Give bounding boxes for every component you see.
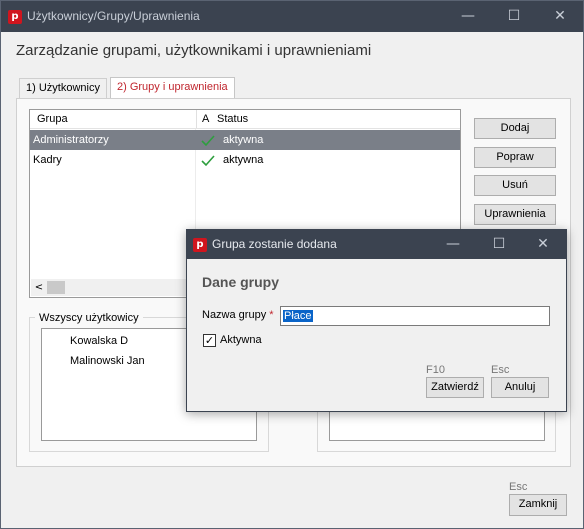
all-users-legend: Wszyscy użytkowicy (35, 312, 143, 325)
active-checkbox-label[interactable]: Aktywna (220, 334, 262, 346)
group-status: aktywna (223, 154, 264, 166)
table-row[interactable]: Kadry aktywna (30, 150, 460, 170)
tab-users[interactable]: 1) Użytkownicy (19, 78, 107, 98)
group-name: Kadry (33, 154, 62, 166)
table-row[interactable]: Administratorzy aktywna (30, 130, 460, 150)
minimize-button[interactable]: — (445, 1, 491, 32)
delete-group-button[interactable]: Usuń (474, 175, 556, 196)
page-title: Zarządzanie grupami, użytkownikami i upr… (16, 42, 372, 59)
active-checkbox[interactable]: ✓ (203, 334, 216, 347)
scroll-thumb[interactable] (47, 281, 65, 294)
required-mark: * (269, 309, 274, 321)
column-header-status[interactable]: Status (217, 110, 248, 128)
dialog-minimize-button[interactable]: — (430, 230, 476, 259)
column-header-group[interactable]: Grupa (37, 110, 68, 128)
column-divider[interactable] (196, 110, 197, 128)
cancel-shortcut-hint: Esc (491, 364, 510, 376)
checkmark-icon (201, 150, 215, 170)
permissions-button[interactable]: Uprawnienia (474, 204, 556, 225)
dialog-heading: Dane grupy (202, 274, 280, 290)
list-item[interactable]: Malinowski Jan (70, 355, 145, 367)
group-status: aktywna (223, 134, 264, 146)
horizontal-scrollbar[interactable]: < (31, 279, 196, 296)
tab-groups-permissions[interactable]: 2) Grupy i uprawnienia (110, 77, 235, 98)
group-name: Administratorzy (33, 134, 109, 146)
close-button[interactable]: ✕ (537, 1, 583, 32)
add-group-button[interactable]: Dodaj (474, 118, 556, 139)
window-title: Użytkownicy/Grupy/Uprawnienia (27, 9, 200, 23)
group-name-label-text: Nazwa grupy (202, 309, 267, 321)
group-name-value: Płace (283, 310, 313, 322)
column-header-active[interactable]: A (202, 110, 209, 128)
table-header: Grupa A Status (30, 110, 460, 129)
group-name-input[interactable]: Płace (280, 306, 550, 326)
close-shortcut-hint: Esc (509, 481, 528, 493)
scroll-left-arrow-icon[interactable]: < (33, 279, 45, 296)
cancel-button[interactable]: Anuluj (491, 377, 549, 398)
app-logo-icon: p (8, 10, 22, 24)
checkmark-icon (201, 130, 215, 150)
dialog-title: Grupa zostanie dodana (212, 237, 337, 251)
confirm-button[interactable]: Zatwierdź (426, 377, 484, 398)
app-logo-icon: p (193, 238, 207, 252)
dialog-title-bar[interactable]: p Grupa zostanie dodana — ☐ ✕ (187, 230, 566, 259)
dialog-close-button[interactable]: ✕ (520, 230, 566, 259)
close-window-button[interactable]: Zamknij (509, 494, 567, 516)
confirm-shortcut-hint: F10 (426, 364, 445, 376)
group-name-label: Nazwa grupy * (202, 309, 274, 321)
list-item[interactable]: Kowalska D (70, 335, 128, 347)
dialog-maximize-button[interactable]: ☐ (476, 230, 522, 259)
maximize-button[interactable]: ☐ (491, 1, 537, 32)
main-title-bar[interactable]: p Użytkownicy/Grupy/Uprawnienia — ☐ ✕ (1, 1, 583, 32)
edit-group-button[interactable]: Popraw (474, 147, 556, 168)
add-group-dialog: p Grupa zostanie dodana — ☐ ✕ Dane grupy… (186, 229, 567, 412)
